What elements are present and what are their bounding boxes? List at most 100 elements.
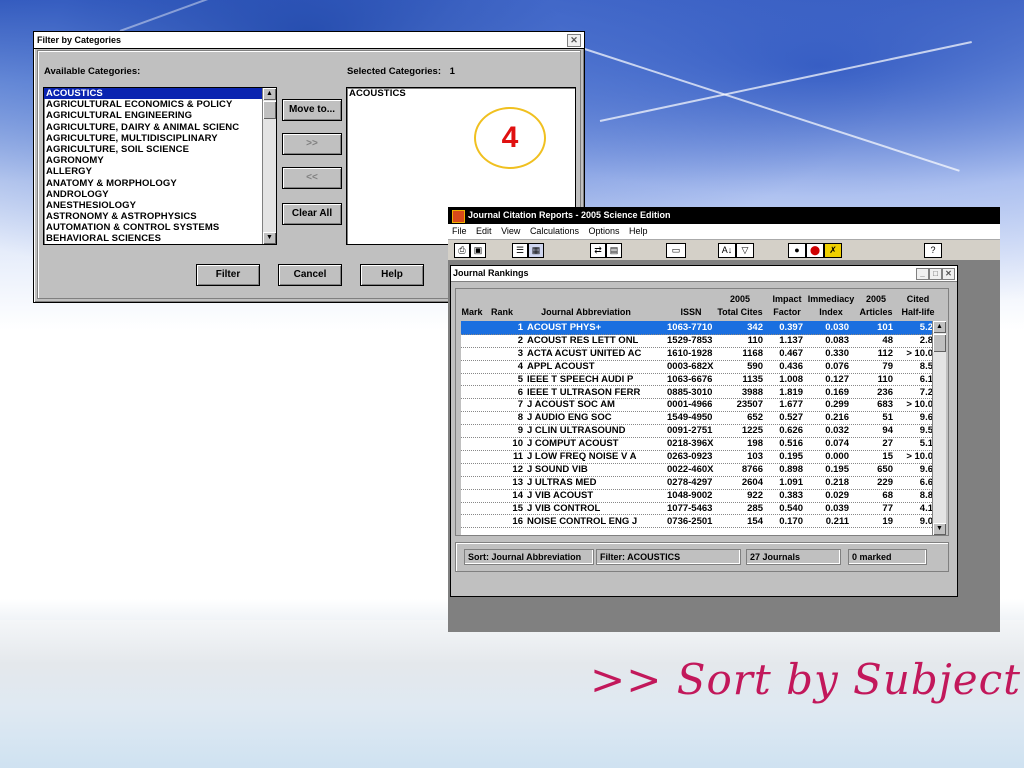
maximize-icon[interactable]: □ xyxy=(929,268,942,280)
scroll-up-icon[interactable]: ▲ xyxy=(933,321,946,333)
print-icon[interactable]: ⎙ xyxy=(454,243,470,258)
menu-edit[interactable]: Edit xyxy=(476,226,492,236)
sort-az-icon[interactable]: A↓ xyxy=(718,243,736,258)
grid-view-icon[interactable]: ▦ xyxy=(528,243,544,258)
cell-issn: 0091-2751 xyxy=(667,425,713,437)
table-row[interactable]: 7 J ACOUST SOC AM 0001-4966 23507 1.677 0.299… xyxy=(461,398,932,413)
help-icon[interactable]: ? xyxy=(924,243,942,258)
menu-view[interactable]: View xyxy=(501,226,520,236)
column-articles-year[interactable]: 2005 xyxy=(856,294,896,305)
table-row[interactable]: 5 IEEE T SPEECH AUDI P 1063-6676 1135 1.008 0… xyxy=(461,373,932,387)
scroll-thumb[interactable] xyxy=(263,101,276,119)
clear-marks-icon[interactable]: ✗ xyxy=(824,243,842,258)
available-list-scrollbar[interactable]: ▲ ▼ xyxy=(262,88,276,244)
table-row[interactable]: 6 IEEE T ULTRASON FERR 0885-3010 3988 1.819 0… xyxy=(461,386,932,400)
cell-if: 0.397 xyxy=(779,322,803,333)
list-item[interactable]: AGRICULTURE, MULTIDISCIPLINARY xyxy=(44,133,276,144)
toolbar: ⎙ ▣ ☰ ▦ ⇄ ▤ ▭ A↓ ▽ ● ⬤ ✗ ? xyxy=(448,240,1000,261)
menu-help[interactable]: Help xyxy=(629,226,648,236)
column-cited[interactable]: Cited xyxy=(896,294,940,305)
table-row[interactable]: 8 J AUDIO ENG SOC 1549-4950 652 0.527 0.216 51… xyxy=(461,411,932,426)
list-item[interactable]: ACOUSTICS xyxy=(44,88,276,100)
table-row[interactable]: 12 J SOUND VIB 0022-460X 8766 0.898 0.195 650 9… xyxy=(461,463,932,477)
table-row[interactable]: 3 ACTA ACUST UNITED AC 1610-1928 1168 0.467 0… xyxy=(461,347,932,361)
cell-art: 110 xyxy=(877,373,893,385)
table-row[interactable]: 9 J CLIN ULTRASOUND 0091-2751 1225 0.626 0.03… xyxy=(461,424,932,439)
column-total-cites[interactable]: Total Cites xyxy=(714,307,766,318)
cell-if: 1.677 xyxy=(779,399,803,411)
table-row[interactable]: 2 ACOUST RES LETT ONL 1529-7853 110 1.137 0.0… xyxy=(461,334,932,348)
mark-icon[interactable]: ● xyxy=(788,243,806,258)
column-articles[interactable]: Articles xyxy=(856,307,896,318)
column-mark[interactable]: Mark xyxy=(460,307,484,318)
column-impact[interactable]: Impact xyxy=(767,294,807,305)
filter-icon[interactable]: ▽ xyxy=(736,243,754,258)
stop-icon[interactable]: ⬤ xyxy=(806,243,824,258)
cell-issn: 1048-9002 xyxy=(667,489,713,501)
record-view-icon[interactable]: ▭ xyxy=(666,243,686,258)
cancel-button[interactable]: Cancel xyxy=(278,264,342,286)
list-item[interactable]: AGRONOMY xyxy=(44,155,276,166)
minimize-icon[interactable]: _ xyxy=(916,268,929,280)
cell-art: 15 xyxy=(882,451,893,462)
list-item[interactable]: ACOUSTICS xyxy=(347,88,575,99)
column-immediacy[interactable]: Immediacy xyxy=(806,294,856,305)
compare-icon[interactable]: ⇄ xyxy=(590,243,606,258)
column-rank[interactable]: Rank xyxy=(488,307,516,318)
close-icon[interactable]: ✕ xyxy=(942,268,955,280)
add-all-button[interactable]: >> xyxy=(282,133,342,155)
dialog-title: Filter by Categories xyxy=(37,35,122,45)
table-row[interactable]: 14 J VIB ACOUST 1048-9002 922 0.383 0.029 68 8.… xyxy=(461,489,932,503)
list-item[interactable]: AGRICULTURAL ECONOMICS & POLICY xyxy=(44,99,276,110)
scroll-down-icon[interactable]: ▼ xyxy=(263,232,276,244)
column-journal-abbreviation[interactable]: Journal Abbreviation xyxy=(526,307,646,318)
menu-options[interactable]: Options xyxy=(588,226,619,236)
table-row[interactable]: 16 NOISE CONTROL ENG J 0736-2501 154 0.170 0.… xyxy=(461,515,932,529)
table-row[interactable]: 4 APPL ACOUST 0003-682X 590 0.436 0.076 79 8.5 xyxy=(461,360,932,374)
cell-abbrev: J ACOUST SOC AM xyxy=(527,399,615,411)
move-to-button[interactable]: Move to... xyxy=(282,99,342,121)
column-total-cites-year[interactable]: 2005 xyxy=(714,294,766,305)
clear-all-button[interactable]: Clear All xyxy=(282,203,342,225)
table-row[interactable]: 15 J VIB CONTROL 1077-5463 285 0.540 0.039 77 4… xyxy=(461,502,932,516)
close-icon[interactable]: ✕ xyxy=(567,34,581,47)
cell-hl: 9.0 xyxy=(919,515,932,527)
list-item[interactable]: AUTOMATION & CONTROL SYSTEMS xyxy=(44,222,276,233)
list-view-icon[interactable]: ☰ xyxy=(512,243,528,258)
menu-file[interactable]: File xyxy=(452,226,467,236)
cell-issn: 0263-0923 xyxy=(667,451,713,462)
menu-calculations[interactable]: Calculations xyxy=(530,226,579,236)
cell-cites: 285 xyxy=(747,502,763,514)
help-button[interactable]: Help xyxy=(360,264,424,286)
list-item[interactable]: ANESTHESIOLOGY xyxy=(44,200,276,211)
table-scrollbar[interactable]: ▲ ▼ xyxy=(932,321,946,535)
list-item[interactable]: ASTRONOMY & ASTROPHYSICS xyxy=(44,211,276,222)
column-cited-half-life[interactable]: Half-life xyxy=(896,307,940,318)
save-icon[interactable]: ▣ xyxy=(470,243,486,258)
column-immediacy-index[interactable]: Index xyxy=(806,307,856,318)
list-item[interactable]: BEHAVIORAL SCIENCES xyxy=(44,233,276,244)
table-row[interactable]: 13 J ULTRAS MED 0278-4297 2604 1.091 0.218 229… xyxy=(461,476,932,490)
scroll-thumb[interactable] xyxy=(933,334,946,352)
remove-all-button[interactable]: << xyxy=(282,167,342,189)
table-row[interactable]: 10 J COMPUT ACOUST 0218-396X 198 0.516 0.074 2… xyxy=(461,437,932,451)
table-row[interactable]: 1 ACOUST PHYS+ 1063-7710 342 0.397 0.030 101 5.… xyxy=(461,321,932,335)
scroll-up-icon[interactable]: ▲ xyxy=(263,88,276,100)
table-row[interactable]: 11 J LOW FREQ NOISE V A 0263-0923 103 0.195 0… xyxy=(461,450,932,464)
list-item[interactable]: ANDROLOGY xyxy=(44,189,276,200)
list-item[interactable]: AGRICULTURE, DAIRY & ANIMAL SCIENC xyxy=(44,122,276,133)
dialog-title-bar: Filter by Categories ✕ xyxy=(34,32,584,49)
list-item[interactable]: AGRICULTURAL ENGINEERING xyxy=(44,110,276,121)
column-impact-factor[interactable]: Factor xyxy=(767,307,807,318)
journal-icon[interactable]: ▤ xyxy=(606,243,622,258)
list-item[interactable]: ALLERGY xyxy=(44,166,276,177)
cell-if: 1.008 xyxy=(779,373,803,385)
filter-button[interactable]: Filter xyxy=(196,264,260,286)
list-item[interactable]: AGRICULTURE, SOIL SCIENCE xyxy=(44,144,276,155)
available-categories-list[interactable]: ACOUSTICS AGRICULTURAL ECONOMICS & POLICY… xyxy=(43,87,277,245)
list-item[interactable]: ANATOMY & MORPHOLOGY xyxy=(44,178,276,189)
cell-rank: 15 xyxy=(512,502,523,514)
cell-if: 0.467 xyxy=(779,347,803,359)
scroll-down-icon[interactable]: ▼ xyxy=(933,523,946,535)
column-issn[interactable]: ISSN xyxy=(668,307,714,318)
